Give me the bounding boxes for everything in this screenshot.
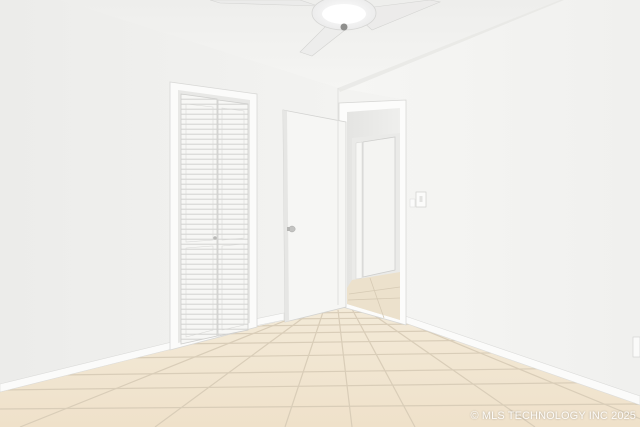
closet-knob-icon[interactable] (213, 236, 217, 240)
hallway-doorway (338, 99, 407, 326)
watermark-text: © MLS TECHNOLOGY INC 2025 (470, 410, 636, 422)
room-photo: © MLS TECHNOLOGY INC 2025 (0, 0, 640, 427)
outlet-icon (632, 336, 640, 358)
light-switch-icon[interactable] (415, 191, 427, 208)
closet-bifold-door-right[interactable] (217, 99, 249, 337)
room-scene (0, 0, 640, 427)
bedroom-door[interactable] (282, 109, 347, 323)
hallway-door[interactable] (362, 136, 396, 278)
closet-bifold-door-left[interactable] (180, 93, 218, 345)
closet (169, 81, 258, 351)
